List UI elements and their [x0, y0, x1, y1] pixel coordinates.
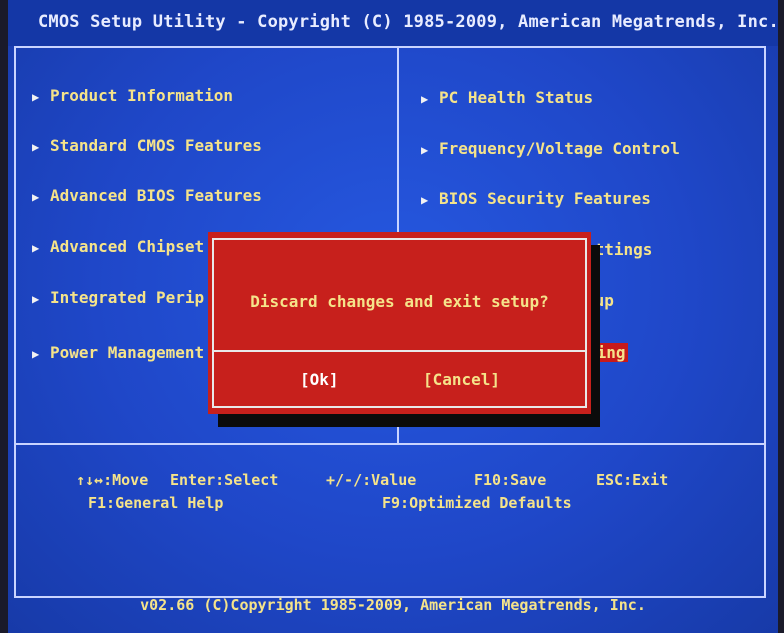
triangle-right-icon: ▶	[32, 347, 40, 361]
dialog-message: Discard changes and exit setup?	[250, 292, 549, 311]
triangle-right-icon: ▶	[32, 90, 40, 104]
help-value: +/-/:Value	[326, 471, 417, 489]
ok-button[interactable]: [Ok]	[300, 370, 339, 389]
menu-item-power-management[interactable]: ▶ Power Management	[32, 343, 204, 362]
dialog-border	[212, 238, 587, 408]
menu-item-standard-cmos-features[interactable]: ▶ Standard CMOS Features	[32, 136, 262, 155]
bios-screen: CMOS Setup Utility - Copyright (C) 1985-…	[8, 0, 779, 633]
dialog-divider	[212, 350, 587, 352]
menu-item-advanced-chipset[interactable]: ▶ Advanced Chipset	[32, 237, 204, 256]
help-move: ↑↓↔:Move	[76, 471, 149, 489]
version-footer: v02.66 (C)Copyright 1985-2009, American …	[140, 596, 646, 614]
help-defaults: F9:Optimized Defaults	[382, 494, 572, 512]
cancel-button[interactable]: [Cancel]	[423, 370, 500, 389]
menu-item-integrated-peripherals[interactable]: ▶ Integrated Perip	[32, 288, 204, 307]
menu-item-product-information[interactable]: ▶ Product Information	[32, 86, 233, 105]
triangle-right-icon: ▶	[32, 292, 40, 306]
menu-item-frequency-voltage-control[interactable]: ▶ Frequency/Voltage Control	[421, 139, 680, 158]
menu-item-advanced-bios-features[interactable]: ▶ Advanced BIOS Features	[32, 186, 262, 205]
triangle-right-icon: ▶	[32, 241, 40, 255]
menu-item-pc-health-status[interactable]: ▶ PC Health Status	[421, 88, 593, 107]
help-select: Enter:Select	[170, 471, 279, 489]
bios-title: CMOS Setup Utility - Copyright (C) 1985-…	[38, 12, 779, 32]
triangle-right-icon: ▶	[421, 193, 429, 207]
help-exit: ESC:Exit	[596, 471, 669, 489]
confirm-dialog: Discard changes and exit setup? [Ok] [Ca…	[208, 232, 591, 414]
triangle-right-icon: ▶	[421, 92, 429, 106]
help-divider	[14, 443, 766, 445]
triangle-right-icon: ▶	[421, 143, 429, 157]
triangle-right-icon: ▶	[32, 190, 40, 204]
help-general: F1:General Help	[88, 494, 224, 512]
triangle-right-icon: ▶	[32, 140, 40, 154]
help-save: F10:Save	[474, 471, 547, 489]
title-bar: CMOS Setup Utility - Copyright (C) 1985-…	[8, 0, 779, 46]
menu-item-bios-security-features[interactable]: ▶ BIOS Security Features	[421, 189, 651, 208]
